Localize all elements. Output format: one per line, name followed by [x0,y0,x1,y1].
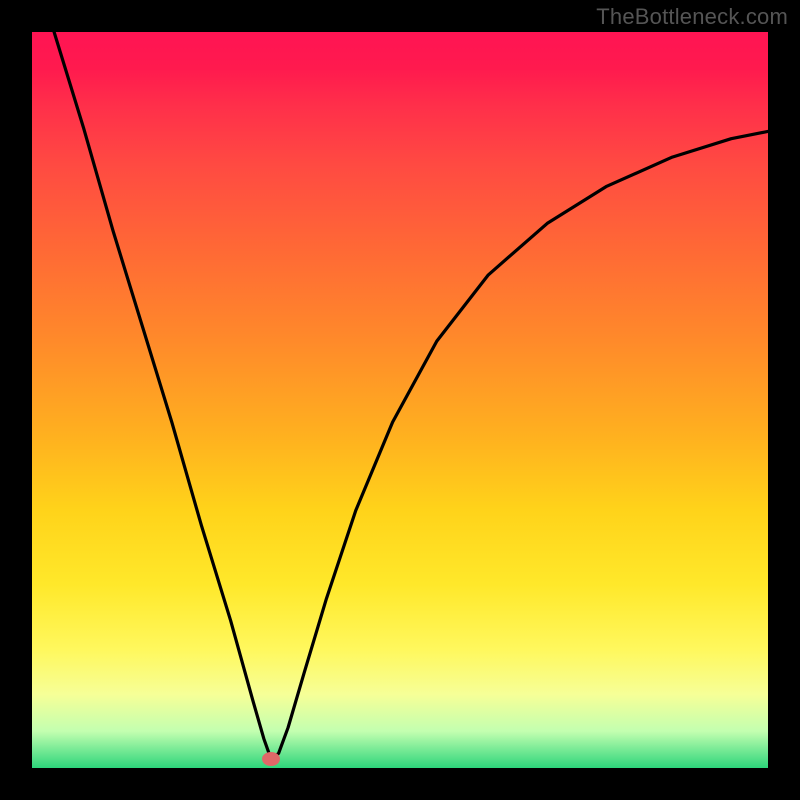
marker-dot [262,752,280,766]
curve-path [54,32,768,758]
plot-area [32,32,768,768]
watermark-text: TheBottleneck.com [596,4,788,30]
chart-frame: TheBottleneck.com [0,0,800,800]
curve-svg [32,32,768,768]
